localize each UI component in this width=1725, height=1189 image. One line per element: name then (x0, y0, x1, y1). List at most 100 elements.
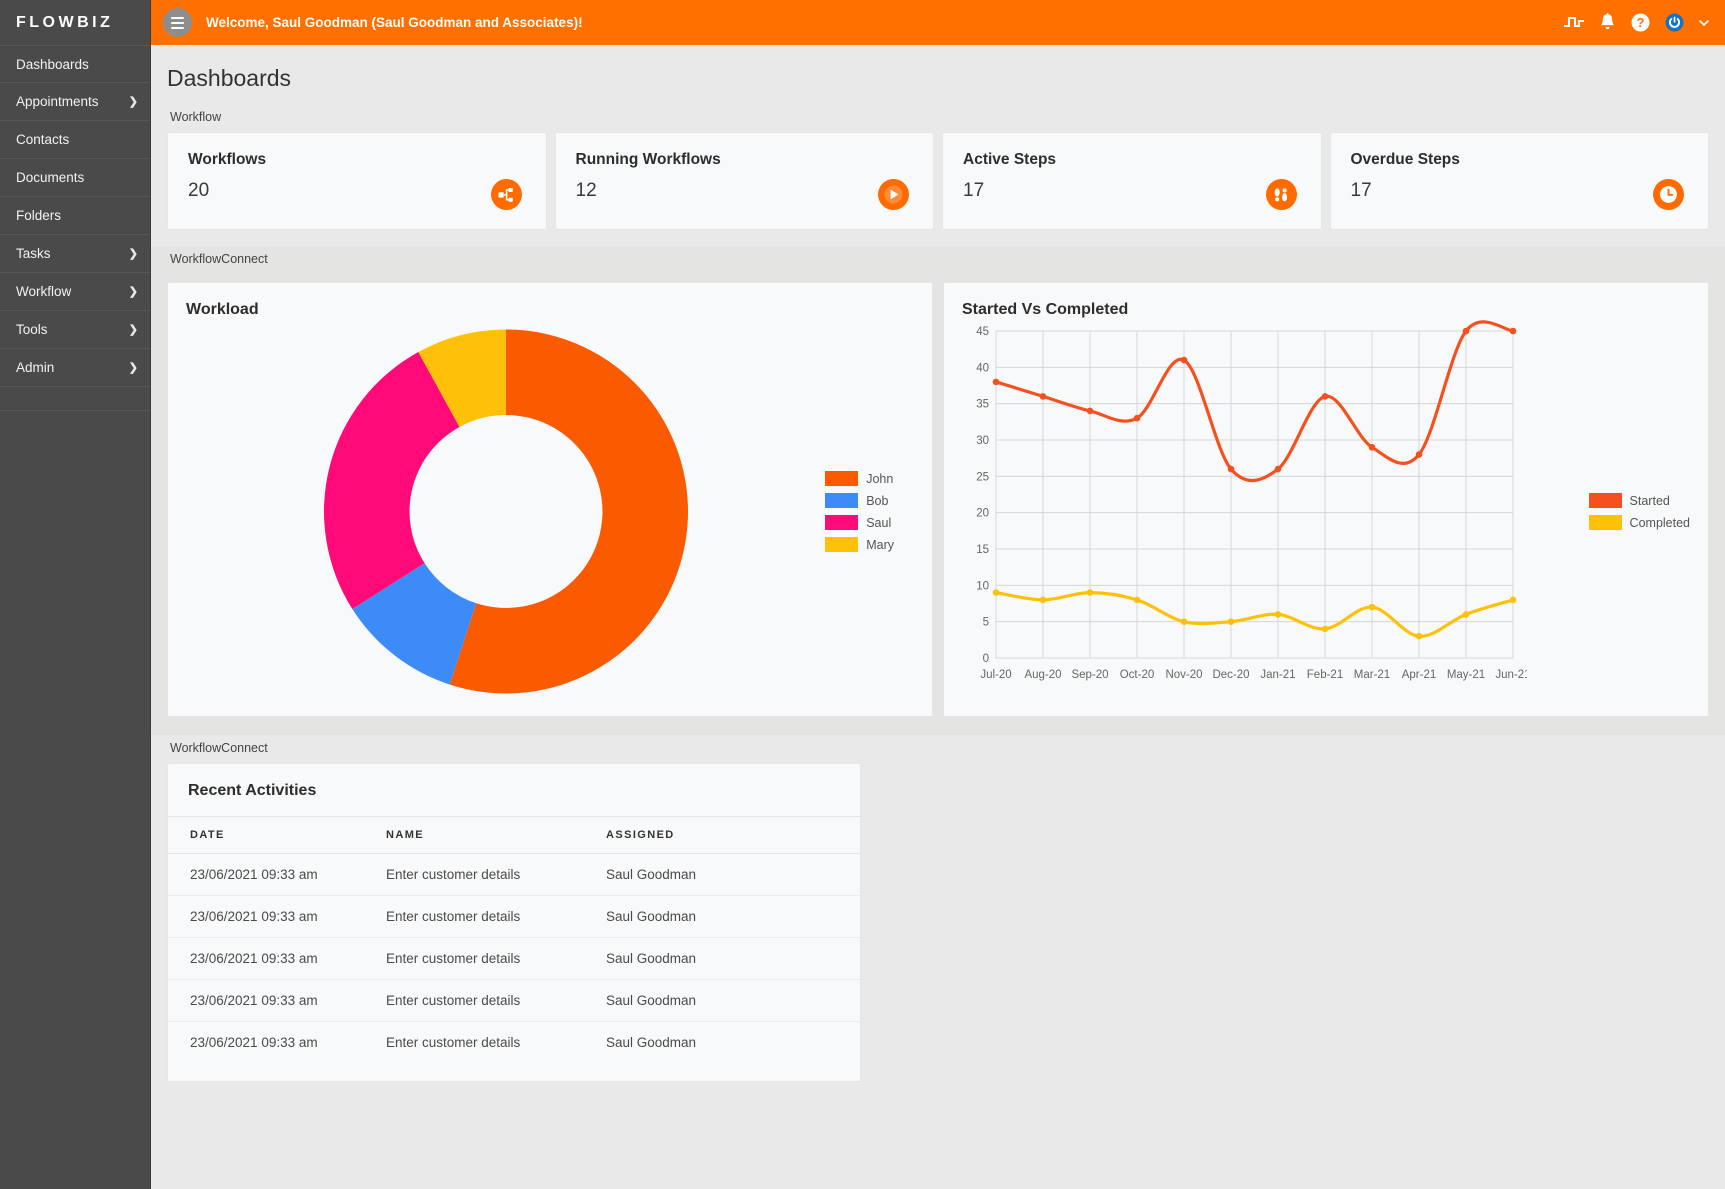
top-bar-actions: ? (1564, 13, 1709, 32)
bell-icon[interactable] (1599, 13, 1616, 32)
data-point-completed[interactable] (1134, 596, 1141, 603)
table-cell-assigned: Saul Goodman (606, 1022, 860, 1064)
data-point-started[interactable] (1181, 356, 1188, 363)
data-point-completed[interactable] (1463, 611, 1470, 618)
legend-swatch (825, 493, 858, 508)
legend-item-completed[interactable]: Completed (1589, 515, 1690, 530)
recent-activities-title: Recent Activities (168, 782, 860, 816)
legend-item-mary[interactable]: Mary (825, 537, 894, 552)
data-point-completed[interactable] (1416, 632, 1423, 639)
sidebar-item-appointments[interactable]: Appointments❯ (0, 83, 150, 121)
legend-item-john[interactable]: John (825, 471, 894, 486)
sidebar-item-workflow[interactable]: Workflow❯ (0, 273, 150, 311)
donut-chart[interactable] (186, 319, 825, 704)
sidebar-item-dashboards[interactable]: Dashboards (0, 45, 150, 83)
legend-label: Saul (866, 516, 891, 530)
sidebar-item-admin[interactable]: Admin❯ (0, 349, 150, 387)
workload-legend: John Bob Saul Mary (825, 471, 914, 552)
line-chart[interactable]: 051015202530354045Jul-20Aug-20Sep-20Oct-… (962, 317, 1579, 707)
data-point-completed[interactable] (1040, 596, 1047, 603)
table-cell-date: 23/06/2021 09:33 am (168, 1022, 386, 1064)
table-row[interactable]: 23/06/2021 09:33 amEnter customer detail… (168, 896, 860, 938)
legend-item-bob[interactable]: Bob (825, 493, 894, 508)
sidebar-item-contacts[interactable]: Contacts (0, 121, 150, 159)
data-point-started[interactable] (1510, 327, 1517, 334)
shoe-prints-icon (1266, 179, 1297, 210)
data-point-started[interactable] (1040, 393, 1047, 400)
data-point-started[interactable] (1134, 414, 1141, 421)
data-point-completed[interactable] (993, 589, 1000, 596)
data-point-started[interactable] (1087, 407, 1094, 414)
line-series-started[interactable] (996, 321, 1513, 480)
sidebar-item-documents[interactable]: Documents (0, 159, 150, 197)
workload-chart-title: Workload (186, 301, 914, 319)
table-row[interactable]: 23/06/2021 09:33 amEnter customer detail… (168, 1022, 860, 1064)
section-label-workflowconnect-2: WorkflowConnect (167, 735, 1709, 763)
table-row[interactable]: 23/06/2021 09:33 amEnter customer detail… (168, 980, 860, 1022)
dashboard-content: Dashboards Workflow Workflows20Running W… (151, 45, 1725, 1189)
data-point-started[interactable] (1228, 465, 1235, 472)
legend-swatch (825, 515, 858, 530)
data-point-completed[interactable] (1322, 625, 1329, 632)
y-axis-tick-label: 25 (976, 471, 989, 483)
data-point-completed[interactable] (1275, 611, 1282, 618)
data-point-completed[interactable] (1228, 618, 1235, 625)
x-axis-tick-label: Mar-21 (1354, 669, 1390, 681)
sidebar-item-label: Workflow (16, 284, 71, 299)
kpi-card-active-steps[interactable]: Active Steps17 (942, 132, 1322, 230)
power-icon[interactable] (1665, 13, 1684, 32)
data-point-completed[interactable] (1369, 603, 1376, 610)
data-point-started[interactable] (1369, 443, 1376, 450)
column-header-date[interactable]: DATE (168, 817, 386, 854)
table-body: 23/06/2021 09:33 amEnter customer detail… (168, 854, 860, 1064)
sidebar-item-tools[interactable]: Tools❯ (0, 311, 150, 349)
table-cell-date: 23/06/2021 09:33 am (168, 938, 386, 980)
svg-text:?: ? (1637, 15, 1645, 30)
data-point-started[interactable] (1463, 327, 1470, 334)
table-row[interactable]: 23/06/2021 09:33 amEnter customer detail… (168, 938, 860, 980)
workflowconnect-table-band: WorkflowConnect Recent Activities DATENA… (151, 735, 1725, 1092)
workflow-pulse-icon[interactable] (1564, 15, 1584, 31)
recent-activities-section: WorkflowConnect Recent Activities DATENA… (151, 735, 1725, 1082)
data-point-completed[interactable] (1181, 618, 1188, 625)
sidebar-item-label: Appointments (16, 94, 99, 109)
sidebar-item-tasks[interactable]: Tasks❯ (0, 235, 150, 273)
legend-item-started[interactable]: Started (1589, 493, 1690, 508)
kpi-card-running-workflows[interactable]: Running Workflows12 (555, 132, 935, 230)
legend-item-saul[interactable]: Saul (825, 515, 894, 530)
data-point-started[interactable] (1416, 451, 1423, 458)
table-cell-assigned: Saul Goodman (606, 896, 860, 938)
line-series-completed[interactable] (996, 592, 1513, 636)
chevron-down-icon[interactable] (1699, 19, 1709, 27)
data-point-completed[interactable] (1087, 589, 1094, 596)
data-point-started[interactable] (993, 378, 1000, 385)
data-point-started[interactable] (1275, 465, 1282, 472)
brand-logo[interactable]: FLOWBIZ (0, 0, 150, 45)
legend-label: Mary (866, 538, 894, 552)
table-row[interactable]: 23/06/2021 09:33 amEnter customer detail… (168, 854, 860, 896)
column-header-name[interactable]: NAME (386, 817, 606, 854)
kpi-title: Active Steps (963, 151, 1301, 169)
workflowconnect-charts-band: WorkflowConnect Workload JohnBobSaulMary (151, 246, 1725, 735)
data-point-completed[interactable] (1510, 596, 1517, 603)
legend-swatch (825, 471, 858, 486)
table-cell-name: Enter customer details (386, 938, 606, 980)
x-axis-tick-label: Nov-20 (1165, 669, 1202, 681)
data-point-started[interactable] (1322, 393, 1329, 400)
help-icon[interactable]: ? (1631, 13, 1650, 32)
menu-toggle-button[interactable] (163, 8, 192, 37)
main-pane: Welcome, Saul Goodman (Saul Goodman and … (151, 0, 1725, 1189)
kpi-card-row: Workflows20Running Workflows12Active Ste… (167, 132, 1709, 246)
legend-swatch (1589, 493, 1622, 508)
donut-slice-saul[interactable] (324, 352, 460, 609)
kpi-card-overdue-steps[interactable]: Overdue Steps17 (1330, 132, 1710, 230)
x-axis-tick-label: Jun-21 (1495, 669, 1527, 681)
column-header-assigned[interactable]: ASSIGNED (606, 817, 860, 854)
started-vs-completed-card: Started Vs Completed 051015202530354045J… (943, 282, 1709, 717)
y-axis-tick-label: 10 (976, 580, 989, 592)
sidebar-item-label: Folders (16, 208, 61, 223)
table-cell-date: 23/06/2021 09:33 am (168, 854, 386, 896)
sidebar-item-folders[interactable]: Folders (0, 197, 150, 235)
kpi-card-workflows[interactable]: Workflows20 (167, 132, 547, 230)
y-axis-tick-label: 5 (983, 616, 989, 628)
